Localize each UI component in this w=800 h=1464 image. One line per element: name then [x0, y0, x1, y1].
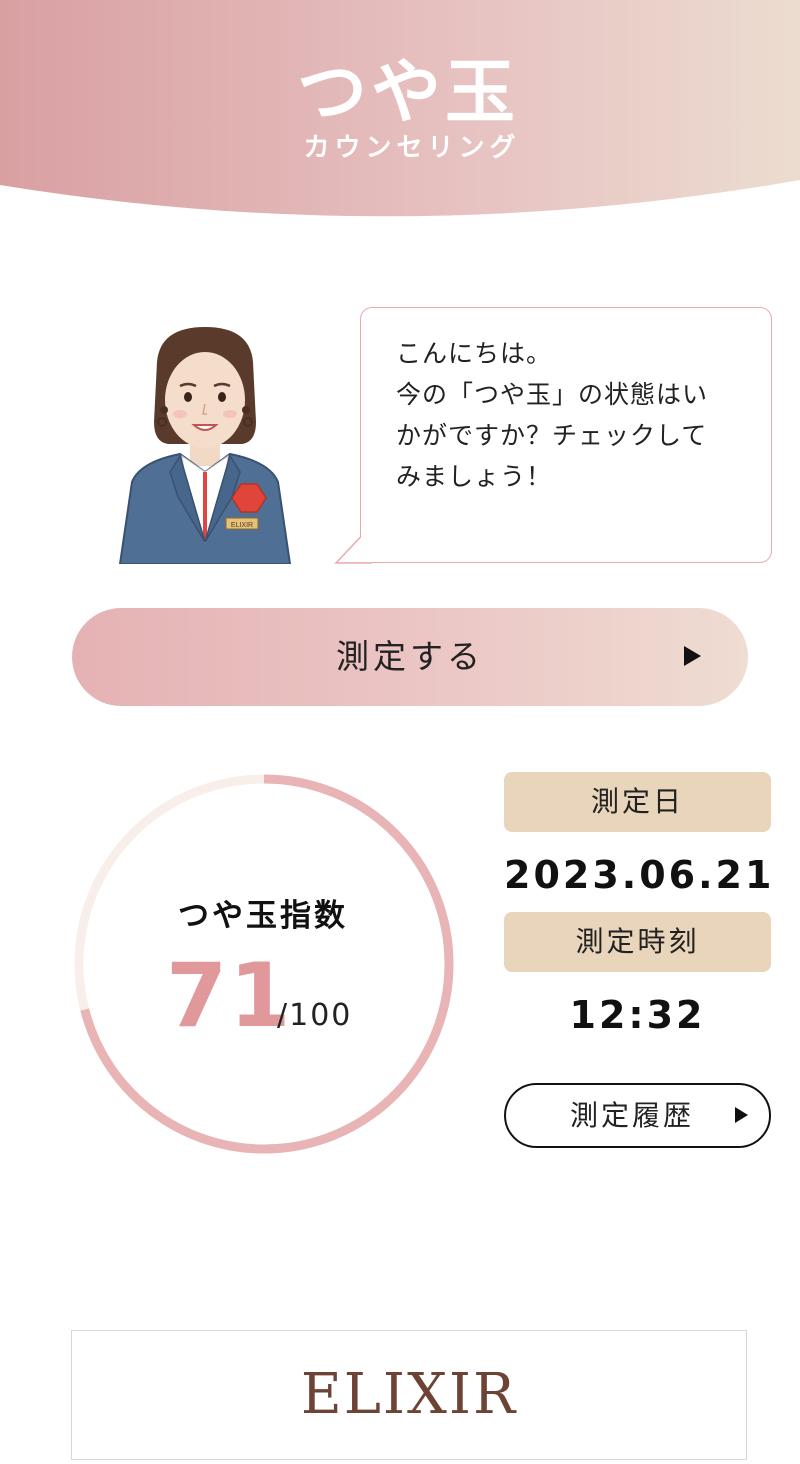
score-max: /100	[277, 998, 353, 1033]
page-subtitle: カウンセリング	[303, 133, 521, 163]
history-button[interactable]: 測定履歴	[504, 1083, 771, 1148]
footer-logo-box[interactable]: ELIXIR	[71, 1330, 747, 1460]
header-banner: つや玉 カウンセリング	[0, 0, 800, 220]
gauge-label: つや玉指数	[178, 898, 348, 934]
score-value: 71	[166, 944, 293, 1047]
measure-date-value: 2023.06.21	[504, 853, 775, 897]
play-arrow-icon	[684, 646, 701, 666]
measure-time-value: 12:32	[569, 993, 706, 1037]
elixir-logo: ELIXIR	[300, 1362, 518, 1427]
measure-date-label: 測定日	[504, 772, 771, 832]
play-arrow-icon	[735, 1107, 748, 1123]
avatar-badge-text: ELIXIR	[231, 522, 253, 529]
speech-bubble-text: こんにちは。 今の「つや玉」の状態はい かがですか？チェックして みましょう！	[396, 339, 709, 491]
page-title: つや玉	[297, 51, 519, 133]
measure-button-label: 測定する	[336, 637, 484, 676]
speech-bubble-tail	[334, 536, 374, 564]
measure-button[interactable]: 測定する	[72, 608, 748, 706]
measure-time-label: 測定時刻	[504, 912, 771, 972]
counselor-avatar-icon: ELIXIR	[110, 322, 300, 565]
history-button-label: 測定履歴	[570, 1099, 695, 1132]
